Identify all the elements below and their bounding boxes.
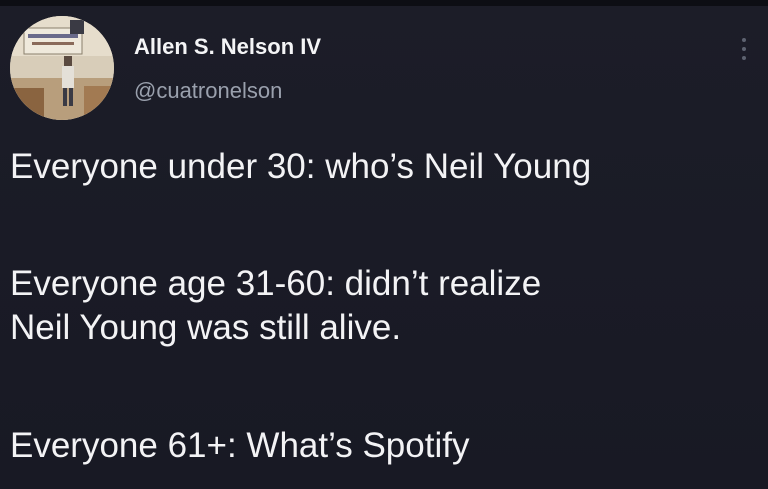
vertical-ellipsis-icon-dot <box>742 47 746 51</box>
tweet-text-line: Everyone 61+: What’s Spotify <box>10 426 470 465</box>
tweet-text-line: Everyone under 30: who’s Neil Young <box>10 147 592 186</box>
vertical-ellipsis-icon <box>742 38 746 42</box>
tweet-text-line: Everyone age 31-60: didn’t realize <box>10 264 542 303</box>
tweet-screenshot: Allen S. Nelson IV @cuatronelson Everyon… <box>0 0 768 489</box>
top-edge-strip <box>0 0 768 6</box>
vertical-ellipsis-icon-dot <box>742 56 746 60</box>
more-options-button[interactable] <box>732 32 756 66</box>
avatar[interactable] <box>10 16 114 120</box>
tweet-text-line: Neil Young was still alive. <box>10 308 402 347</box>
profile-photo-icon <box>10 16 114 120</box>
author-name[interactable]: Allen S. Nelson IV <box>134 34 321 60</box>
author-handle[interactable]: @cuatronelson <box>134 78 282 104</box>
